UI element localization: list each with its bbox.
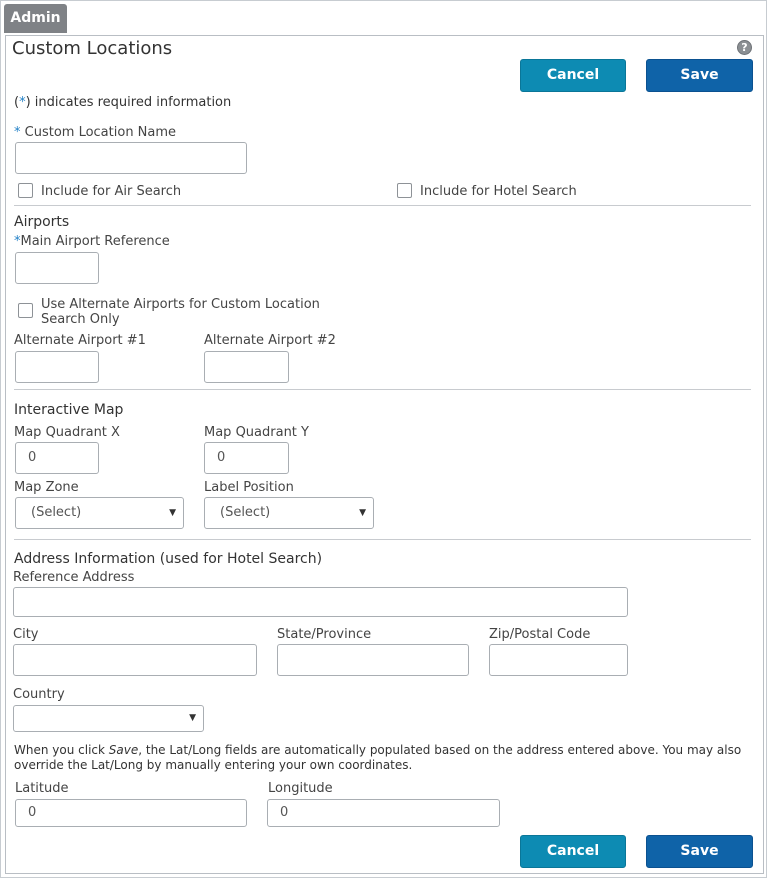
state-province-label: State/Province xyxy=(277,627,372,642)
zip-postal-code-label: Zip/Postal Code xyxy=(489,627,591,642)
include-air-search-label: Include for Air Search xyxy=(41,184,182,199)
save-button-top[interactable]: Save xyxy=(646,59,753,92)
include-hotel-search-checkbox[interactable] xyxy=(397,183,412,198)
main-airport-label-text: Main Airport Reference xyxy=(20,234,170,249)
custom-location-name-label: * Custom Location Name xyxy=(14,125,176,140)
reference-address-label: Reference Address xyxy=(13,570,135,585)
longitude-input[interactable]: 0 xyxy=(267,799,500,827)
divider xyxy=(14,539,751,540)
divider xyxy=(14,205,751,206)
latitude-input[interactable]: 0 xyxy=(15,799,247,827)
country-label: Country xyxy=(13,687,65,702)
map-quadrant-x-input[interactable]: 0 xyxy=(15,442,99,474)
page-title: Custom Locations xyxy=(12,38,173,59)
required-star: * xyxy=(19,95,26,110)
required-note-text: indicates required information xyxy=(30,95,232,110)
required-note: (*) indicates required information xyxy=(14,95,232,110)
map-quadrant-y-input[interactable]: 0 xyxy=(204,442,289,474)
label-position-value: (Select) xyxy=(220,505,271,520)
alternate-airport-2-label: Alternate Airport #2 xyxy=(204,333,336,348)
map-zone-value: (Select) xyxy=(31,505,82,520)
chevron-down-icon: ▼ xyxy=(359,508,366,518)
save-button-bottom[interactable]: Save xyxy=(646,835,753,868)
city-label: City xyxy=(13,627,39,642)
chevron-down-icon: ▼ xyxy=(169,508,176,518)
city-input[interactable] xyxy=(13,644,257,676)
longitude-label: Longitude xyxy=(268,781,333,796)
interactive-map-heading: Interactive Map xyxy=(14,402,124,418)
help-icon[interactable]: ? xyxy=(737,40,752,55)
include-hotel-search-label: Include for Hotel Search xyxy=(420,184,577,199)
main-airport-input[interactable] xyxy=(15,252,99,284)
map-quadrant-y-label: Map Quadrant Y xyxy=(204,425,309,440)
tab-admin[interactable]: Admin xyxy=(4,4,67,33)
divider xyxy=(14,389,751,390)
state-province-input[interactable] xyxy=(277,644,469,676)
map-quadrant-x-label: Map Quadrant X xyxy=(14,425,120,440)
info-text-save-word: Save xyxy=(108,743,139,757)
label-position-label: Label Position xyxy=(204,480,294,495)
use-alternate-airports-checkbox[interactable] xyxy=(18,303,33,318)
airports-heading: Airports xyxy=(14,214,70,230)
lat-long-info-text: When you click Save, the Lat/Long fields… xyxy=(14,743,749,773)
latitude-label: Latitude xyxy=(15,781,69,796)
include-air-search-checkbox[interactable] xyxy=(18,183,33,198)
label-position-select[interactable]: (Select) ▼ xyxy=(204,497,374,529)
chevron-down-icon: ▼ xyxy=(189,713,196,723)
alternate-airport-1-input[interactable] xyxy=(15,351,99,383)
alternate-airport-2-input[interactable] xyxy=(204,351,289,383)
main-airport-label: *Main Airport Reference xyxy=(14,234,170,249)
reference-address-input[interactable] xyxy=(13,587,628,617)
country-select[interactable]: ▼ xyxy=(13,705,204,732)
zip-postal-code-input[interactable] xyxy=(489,644,628,676)
custom-location-name-input[interactable] xyxy=(15,142,247,174)
map-zone-label: Map Zone xyxy=(14,480,79,495)
map-zone-select[interactable]: (Select) ▼ xyxy=(15,497,184,529)
use-alternate-airports-label: Use Alternate Airports for Custom Locati… xyxy=(41,297,320,327)
info-text-part: When you click xyxy=(14,743,109,757)
cancel-button-bottom[interactable]: Cancel xyxy=(520,835,626,868)
alternate-airport-1-label: Alternate Airport #1 xyxy=(14,333,146,348)
custom-location-name-label-text: Custom Location Name xyxy=(20,125,177,140)
cancel-button-top[interactable]: Cancel xyxy=(520,59,626,92)
address-heading: Address Information (used for Hotel Sear… xyxy=(14,551,323,567)
